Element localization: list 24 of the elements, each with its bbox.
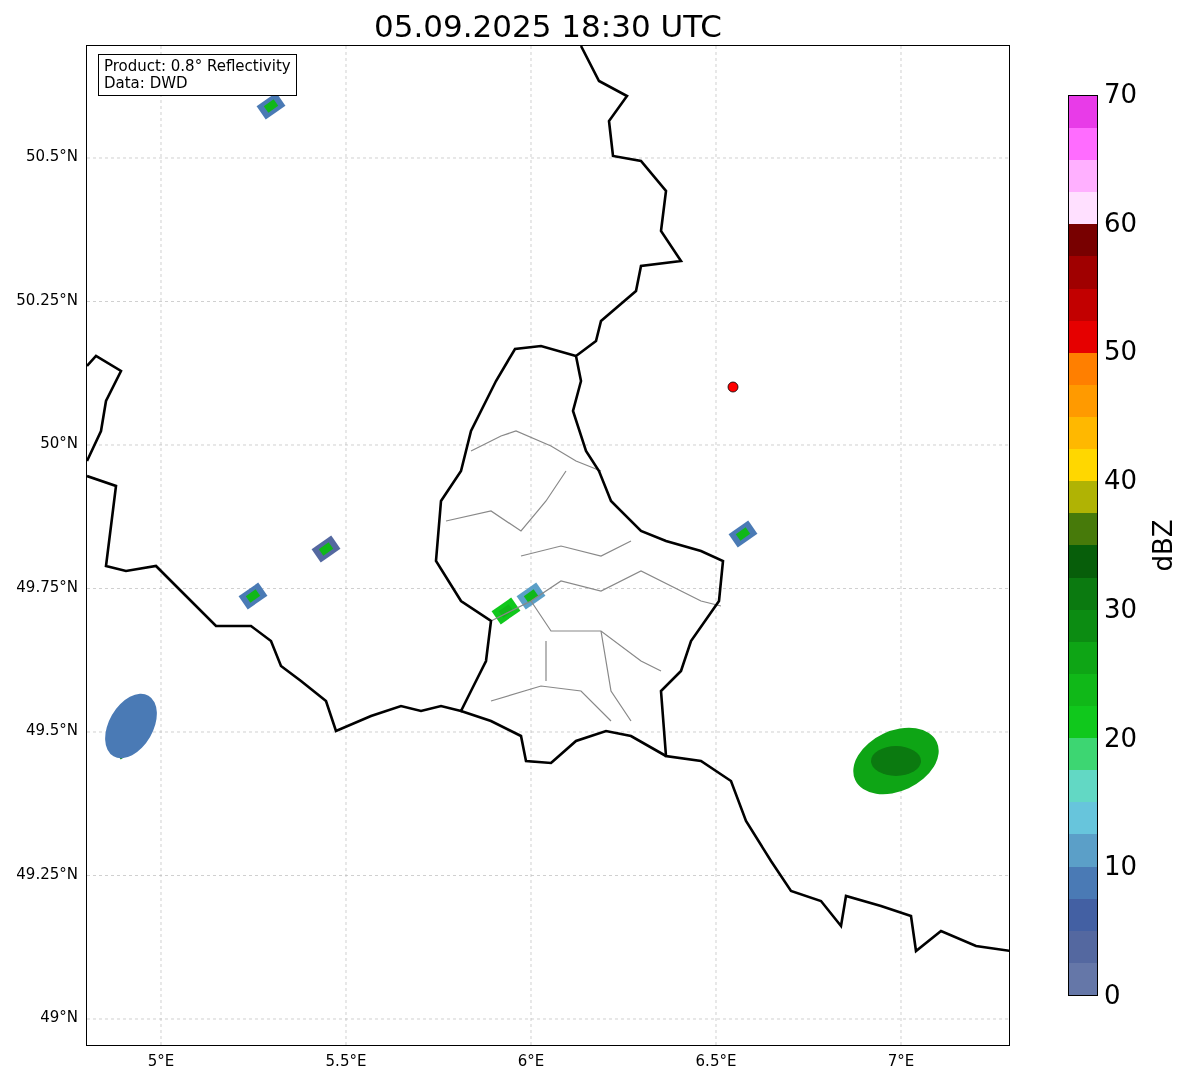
colorbar-label: dBZ	[1146, 519, 1179, 572]
colorbar-tick-label: 60	[1104, 209, 1138, 236]
colorbar-tick-label: 50	[1104, 338, 1138, 365]
y-axis-label: 50°N	[40, 436, 78, 451]
x-axis-label: 7°E	[887, 1054, 915, 1069]
y-axis-label: 50.5°N	[25, 149, 78, 164]
x-axis-label: 6.5°E	[695, 1054, 737, 1069]
x-axis-label: 5°E	[147, 1054, 175, 1069]
x-axis-label: 6°E	[517, 1054, 545, 1069]
y-axis-label: 49.75°N	[16, 579, 78, 595]
colorbar-tick-label: 40	[1104, 467, 1138, 494]
y-axis-label: 49.25°N	[16, 866, 78, 882]
info-text: Data: DWD	[104, 75, 189, 92]
colorbar-tick-label: 10	[1104, 853, 1138, 880]
y-axis-label: 50.25°N	[16, 292, 78, 308]
y-axis-label: 49.5°N	[25, 723, 78, 738]
y-axis-label: 49°N	[40, 1010, 78, 1025]
info-text: Product: 0.8° Reflectivity	[104, 58, 291, 75]
colorbar-tick-label: 30	[1104, 595, 1138, 622]
colorbar-tick-label: 0	[1104, 981, 1121, 1008]
colorbar-tick-label: 70	[1104, 81, 1138, 107]
x-axis-label: 5.5°E	[325, 1054, 367, 1069]
colorbar-tick-label: 20	[1104, 724, 1138, 751]
chart-title: 05.09.2025 18:30 UTC	[374, 11, 722, 42]
